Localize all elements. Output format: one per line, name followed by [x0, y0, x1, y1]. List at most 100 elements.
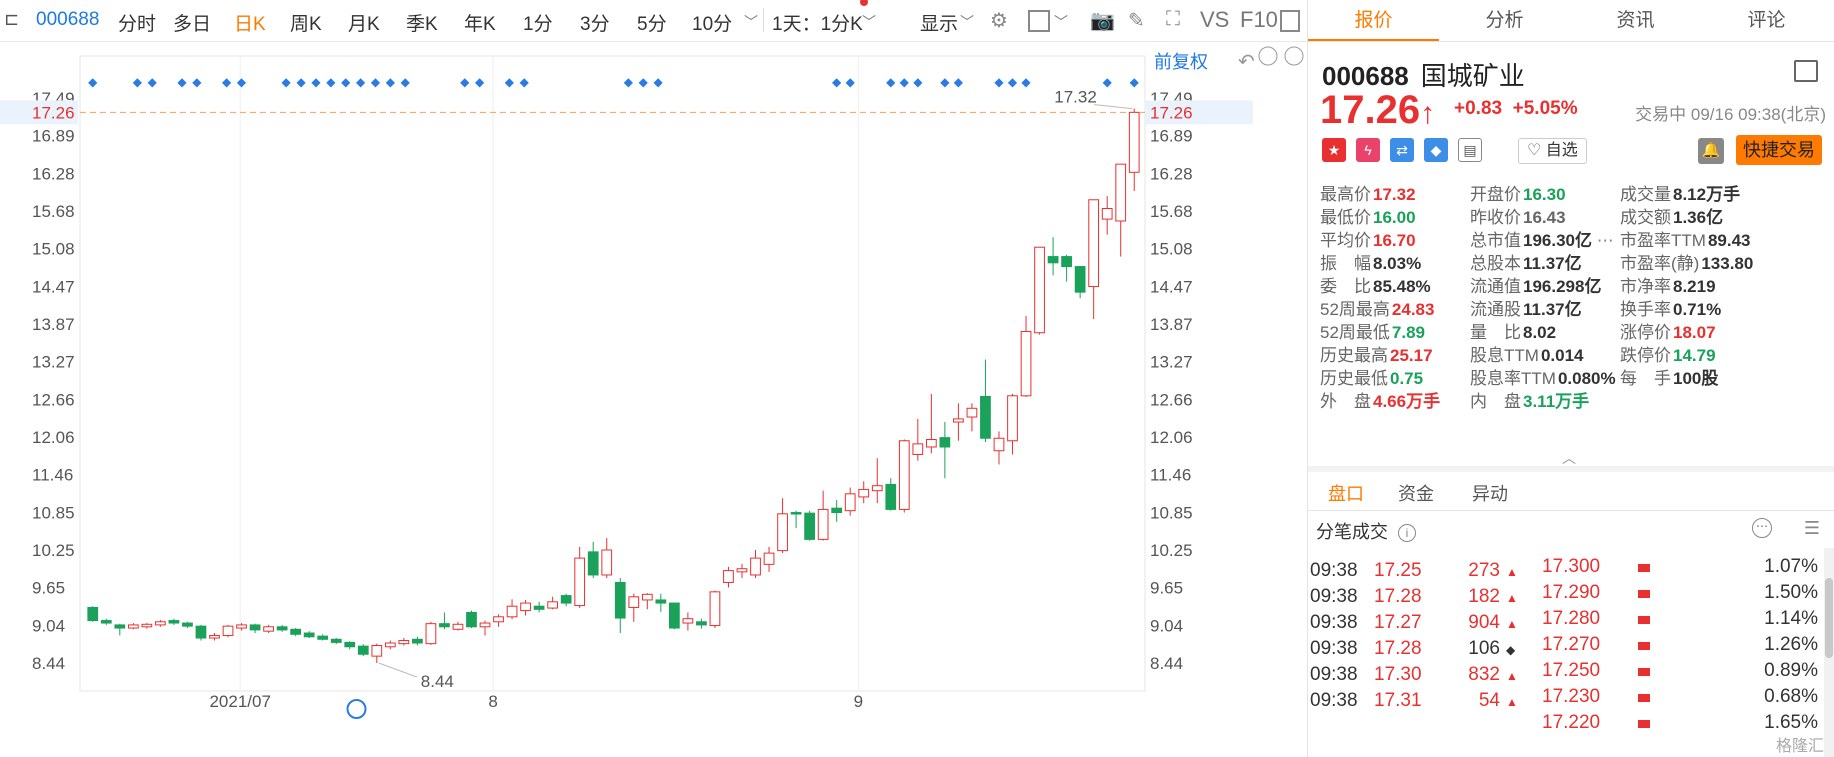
candle-body[interactable] [898, 440, 910, 510]
zoom-in-icon[interactable] [1284, 46, 1304, 66]
lightning-icon[interactable]: ϟ [1356, 138, 1380, 162]
event-marker-icon[interactable]: ◆ [88, 75, 98, 89]
period-weekly-k[interactable]: 周K [290, 9, 322, 36]
event-marker-icon[interactable]: ◆ [282, 75, 292, 89]
period-quarterly-k[interactable]: 季K [406, 9, 438, 36]
candle-body[interactable] [587, 551, 599, 576]
candle-body[interactable] [912, 443, 924, 455]
candle-body[interactable] [182, 622, 193, 627]
period-intraday[interactable]: 分时 [118, 9, 156, 36]
sidebar-toggle-icon[interactable]: ⊏ [4, 9, 19, 30]
chevron-down-icon[interactable]: ﹀ [862, 12, 876, 32]
chevron-down-icon[interactable]: ﹀ [744, 12, 758, 32]
tab-news[interactable]: 资讯 [1570, 0, 1701, 41]
candle-body[interactable] [425, 623, 437, 645]
candle-body[interactable] [1074, 266, 1086, 293]
event-marker-icon[interactable]: ◆ [326, 75, 336, 89]
candle-body[interactable] [655, 599, 667, 604]
candle-body[interactable] [141, 623, 153, 628]
candle-body[interactable] [466, 611, 477, 628]
event-marker-icon[interactable]: ◆ [1130, 75, 1140, 89]
scrollbar-thumb[interactable] [1825, 578, 1833, 658]
candle-body[interactable] [925, 438, 937, 448]
candle-body[interactable] [479, 622, 491, 628]
candle-body[interactable] [547, 601, 559, 609]
candle-body[interactable] [709, 591, 721, 627]
candle-body[interactable] [1047, 256, 1059, 264]
candle-body[interactable] [1034, 246, 1045, 334]
event-marker-icon[interactable]: ◆ [954, 75, 964, 89]
event-marker-icon[interactable]: ◆ [237, 75, 247, 89]
period-1min[interactable]: 1分 [523, 9, 553, 36]
info-icon[interactable]: i [1398, 524, 1416, 543]
candlestick-chart[interactable]: 2021/07 8 917.49 17.4916.89 16.8916.28 16.281… [0, 42, 1307, 757]
tab-orderbook[interactable]: 盘口 [1328, 480, 1364, 506]
event-marker-icon[interactable]: ◆ [1103, 75, 1113, 89]
candle-body[interactable] [790, 512, 802, 515]
candle-body[interactable] [100, 620, 112, 624]
candle-body[interactable] [831, 507, 843, 514]
fullscreen-icon[interactable]: ⛶ [1166, 8, 1180, 31]
gear-icon[interactable]: ⚙ [990, 8, 1008, 33]
event-marker-icon[interactable]: ◆ [356, 75, 366, 89]
candle-body[interactable] [398, 640, 410, 645]
period-yearly-k[interactable]: 年K [464, 9, 496, 36]
event-marker-icon[interactable]: ◆ [177, 75, 187, 89]
candle-body[interactable] [614, 581, 626, 619]
event-marker-icon[interactable]: ◆ [505, 75, 515, 89]
candle-body[interactable] [371, 645, 383, 657]
event-marker-icon[interactable]: ◆ [341, 75, 351, 89]
candle-body[interactable] [871, 485, 883, 492]
candle-body[interactable] [1115, 163, 1127, 222]
candle-body[interactable] [993, 437, 1005, 452]
candle-body[interactable] [601, 549, 613, 576]
bell-icon[interactable]: 🔔 [1698, 138, 1724, 164]
candle-body[interactable] [520, 602, 531, 612]
candle-body[interactable] [195, 625, 207, 639]
candle-body[interactable] [1088, 199, 1100, 288]
f10-button[interactable]: F10 [1240, 7, 1278, 33]
chevron-down-icon[interactable]: ﹀ [960, 12, 974, 32]
scrollbar[interactable] [1824, 548, 1834, 757]
candle-body[interactable] [155, 621, 166, 626]
event-marker-icon[interactable]: ◆ [311, 75, 321, 89]
tab-anomaly[interactable]: 异动 [1472, 480, 1508, 506]
menu-lines-icon[interactable]: ☰ [1804, 518, 1820, 539]
document-icon[interactable]: ▤ [1458, 138, 1482, 162]
event-marker-icon[interactable]: ◆ [296, 75, 306, 89]
candle-body[interactable] [668, 602, 680, 629]
chevron-up-icon[interactable]: ︿ [1562, 448, 1576, 468]
candle-body[interactable] [966, 407, 978, 418]
candle-body[interactable] [168, 620, 180, 624]
candle-body[interactable] [885, 483, 897, 510]
candle-body[interactable] [682, 618, 694, 624]
period-select[interactable]: 1天：1分K [772, 9, 863, 36]
candle-body[interactable] [858, 488, 870, 498]
event-marker-icon[interactable]: ◆ [1021, 75, 1031, 89]
candle-body[interactable] [953, 418, 964, 423]
event-marker-icon[interactable]: ◆ [639, 75, 649, 89]
event-marker-icon[interactable]: ◆ [832, 75, 842, 89]
candle-body[interactable] [574, 557, 586, 607]
event-marker-icon[interactable]: ◆ [460, 75, 470, 89]
q-badge-icon[interactable] [346, 699, 367, 719]
candle-body[interactable] [1007, 395, 1018, 442]
event-marker-icon[interactable]: ◆ [624, 75, 634, 89]
tag-icon[interactable]: ◆ [1424, 138, 1448, 162]
event-marker-icon[interactable]: ◆ [148, 75, 158, 89]
period-monthly-k[interactable]: 月K [348, 9, 380, 36]
tab-capital[interactable]: 资金 [1398, 480, 1434, 506]
event-marker-icon[interactable]: ◆ [1008, 75, 1018, 89]
period-10min[interactable]: 10分 [692, 9, 732, 36]
candle-body[interactable] [303, 632, 315, 638]
more-icon[interactable]: ⋯ [1592, 231, 1614, 250]
square-icon[interactable] [1028, 10, 1050, 32]
candle-body[interactable] [276, 626, 288, 631]
candle-body[interactable] [980, 395, 991, 439]
watchlist-button[interactable]: ♡ 自选 [1518, 138, 1587, 164]
china-flag-icon[interactable]: ★ [1322, 138, 1346, 162]
trades-list[interactable]: 09:38 17.25 273 ▲ 17.300 1.07% 09:38 17.28 182 ▲ 1… [1308, 548, 1834, 757]
panel-toggle-icon[interactable] [1280, 10, 1300, 32]
candle-body[interactable] [1128, 111, 1140, 173]
chevron-down-icon[interactable]: ﹀ [1054, 12, 1068, 32]
